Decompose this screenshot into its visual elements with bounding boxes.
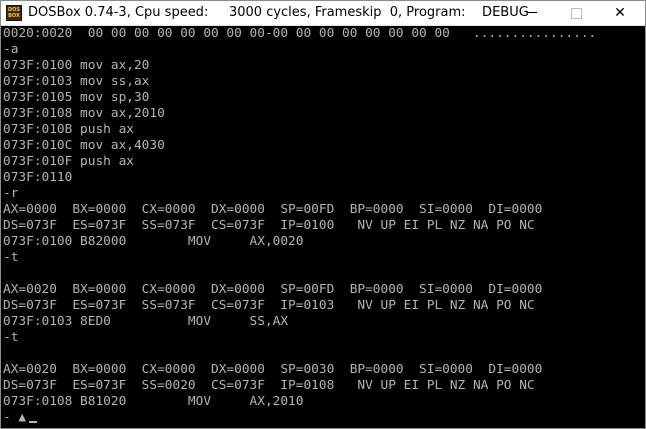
console-line: DS=073F ES=073F SS=073F CS=073F IP=0103 … [3,298,535,313]
dosbox-icon[interactable]: DOS BOX [6,5,22,21]
console-line: -r [3,186,19,201]
console-line: AX=0020 BX=0000 CX=0000 DX=0000 SP=00FD … [3,282,543,297]
icon-text-bottom: BOX [8,13,20,19]
console-line: 073F:0110 [3,170,73,185]
console-line: 073F:010F push ax [3,154,134,169]
console-line: -t [3,330,19,345]
console-line: -a [3,42,19,57]
console-line: 0020:0020 00 00 00 00 00 00 00 00-00 00 … [3,26,597,41]
console-line: 073F:0103 mov ss,ax [3,74,150,89]
window-title: DOSBox 0.74-3, Cpu speed: 3000 cycles, F… [28,5,529,20]
dosbox-window: DOS BOX DOSBox 0.74-3, Cpu speed: 3000 c… [0,0,646,429]
console-line: 073F:0105 mov sp,30 [3,90,150,105]
maximize-icon [571,8,582,19]
console-line: DS=073F ES=073F SS=073F CS=073F IP=0100 … [3,218,535,233]
console-line: 073F:010B push ax [3,122,134,137]
close-button[interactable]: ✕ [598,1,642,25]
console-line: AX=0000 BX=0000 CX=0000 DX=0000 SP=00FD … [3,202,543,217]
console-line: 073F:0108 mov ax,2010 [3,106,165,121]
console-line: AX=0020 BX=0000 CX=0000 DX=0000 SP=0030 … [3,362,543,377]
dos-console[interactable]: 0020:0020 00 00 00 00 00 00 00 00-00 00 … [3,26,643,426]
console-line: -t [3,250,19,265]
console-line: DS=073F ES=073F SS=0020 CS=073F IP=0108 … [3,378,535,393]
close-icon: ✕ [614,5,626,21]
console-line: 073F:0100 B82000 MOV AX,0020 [3,234,304,249]
title-bar[interactable]: DOS BOX DOSBox 0.74-3, Cpu speed: 3000 c… [1,1,645,26]
minimize-button[interactable] [510,1,554,25]
window-edge-marker [641,229,645,239]
maximize-button[interactable] [554,1,598,25]
console-line: 073F:0100 mov ax,20 [3,58,150,73]
minimize-icon [527,12,537,13]
console-line: 073F:0103 8ED0 MOV SS,AX [3,314,289,329]
console-line: 073F:010C mov ax,4030 [3,138,165,153]
console-line: 073F:0108 B81020 MOV AX,2010 [3,394,304,409]
console-prompt-line: - ▲ [3,410,27,425]
text-cursor [29,421,37,423]
